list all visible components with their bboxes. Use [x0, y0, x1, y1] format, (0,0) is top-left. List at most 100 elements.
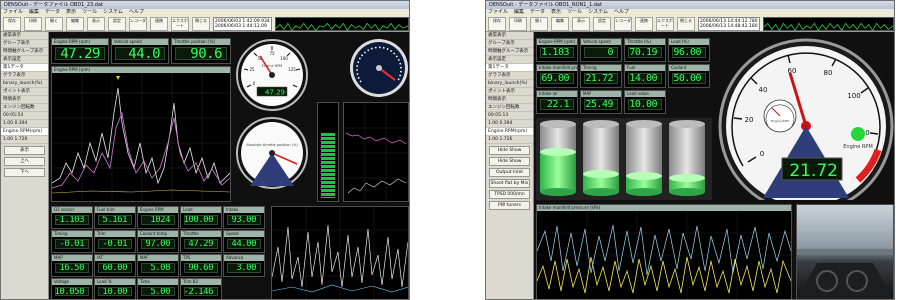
lcd-panel[interactable]: Voltage 10.050: [51, 278, 93, 299]
recorder-button[interactable]: レコーダ: [129, 16, 147, 31]
link-button[interactable]: 連携: [150, 16, 168, 31]
show-button[interactable]: 表示: [4, 146, 45, 155]
link-button[interactable]: 連携: [635, 16, 653, 31]
lcd-panel[interactable]: MAF 25.49: [580, 90, 622, 114]
lcd-panel[interactable]: Coolant 50.00: [668, 64, 710, 88]
lcd-panel[interactable]: Load % 10.00: [94, 278, 136, 299]
cylinder-gauge[interactable]: [626, 120, 662, 196]
export-button[interactable]: エクスポート: [171, 16, 189, 31]
sidebar-row[interactable]: 時間表示: [486, 96, 533, 104]
tpsd-button[interactable]: TPSD 000/mn: [489, 190, 530, 199]
lcd-panel[interactable]: IAT 60.00: [94, 254, 136, 277]
throttle-gauge[interactable]: Absolute throttle position (%): [235, 116, 309, 190]
sidebar-row[interactable]: グループ表示: [486, 40, 533, 48]
menu-view[interactable]: 表示: [551, 9, 561, 15]
lcd-panel[interactable]: Trim B2 -2.146: [180, 278, 222, 299]
sidebar-row[interactable]: エンジン回転数: [1, 104, 48, 112]
sidebar-row[interactable]: 表示設定: [486, 56, 533, 64]
print-button[interactable]: 印刷: [24, 16, 42, 31]
lcd-panel[interactable]: MAF 5.08: [137, 254, 179, 277]
lcd-panel[interactable]: Throttle (%) 70.19: [624, 38, 666, 62]
onboard-video-frame[interactable]: [796, 204, 894, 299]
save-button[interactable]: 保存: [488, 16, 506, 31]
toggle-button[interactable]: Hide Show: [489, 157, 530, 166]
cylinder-gauge[interactable]: [540, 120, 576, 196]
menu-file[interactable]: ファイル: [488, 9, 508, 15]
sidebar-row[interactable]: エンジン回転数: [486, 104, 533, 112]
lcd-panel[interactable]: Load value 10.00: [624, 90, 666, 114]
toggle-button[interactable]: Hide Show: [489, 146, 530, 155]
open-button[interactable]: 開く: [530, 16, 548, 31]
menu-data[interactable]: データ: [530, 9, 545, 15]
sidebar-row-selected[interactable]: 第1データ: [486, 64, 533, 72]
shoot-flat-button[interactable]: Shoot flat by Mix: [489, 179, 530, 188]
vertical-bar-meter[interactable]: [317, 102, 339, 202]
lcd-panel[interactable]: Vehicle speed 44.0: [111, 38, 169, 64]
view-button[interactable]: 表示: [87, 16, 105, 31]
menu-system[interactable]: システム: [103, 9, 123, 15]
lcd-panel[interactable]: Load 100.00: [180, 206, 222, 229]
menu-edit[interactable]: 編集: [29, 9, 39, 15]
lcd-panel[interactable]: Speed 44.00: [223, 230, 265, 253]
side-xy-plot[interactable]: [343, 102, 409, 202]
tachometer-dial[interactable]: [349, 38, 409, 98]
lcd-panel[interactable]: Load (%) 96.00: [668, 38, 710, 62]
lcd-panel[interactable]: O2 sensor -1.103: [51, 206, 93, 229]
sidebar-row[interactable]: ポイント表示: [1, 88, 48, 96]
sidebar-row[interactable]: 通常表示: [1, 32, 48, 40]
rpm-line-chart[interactable]: Engine RPM (rpm): [51, 66, 231, 202]
lcd-panel[interactable]: Vehicle speed 0: [580, 38, 622, 62]
sidebar-row[interactable]: 時間表示: [1, 96, 48, 104]
up-button[interactable]: 上へ: [4, 157, 45, 166]
pw-tuners-button[interactable]: PW tuners: [489, 201, 530, 210]
intake-line-chart[interactable]: Intake manifold pressure (kPa): [536, 204, 792, 299]
menu-file[interactable]: ファイル: [3, 9, 23, 15]
cylinder-gauge[interactable]: [669, 120, 705, 196]
sidebar-row[interactable]: グラフ表示: [486, 72, 533, 80]
lcd-panel[interactable]: Engine RPM (rpm)-1.103: [536, 38, 578, 62]
lcd-panel[interactable]: Throttle position (%) 90.6: [171, 38, 231, 64]
lcd-panel[interactable]: Engine RPM (rpm) 47.29: [51, 38, 109, 64]
sidebar-row[interactable]: 通常表示: [486, 32, 533, 40]
overview-waveform[interactable]: [762, 16, 894, 31]
rpm-gauge[interactable]: 0 25 50 75 100 125 Engine RPM 47.29: [235, 38, 309, 112]
edit-button[interactable]: 編集: [66, 16, 84, 31]
sidebar-row[interactable]: binary_launch(%): [486, 80, 533, 88]
sidebar-row[interactable]: 表示設定: [1, 56, 48, 64]
sidebar-row[interactable]: ポイント表示: [486, 88, 533, 96]
scope-trace[interactable]: [271, 206, 409, 299]
lcd-panel[interactable]: Advance 3.00: [223, 254, 265, 277]
lcd-panel[interactable]: Throttle 47.29: [180, 230, 222, 253]
sidebar-row[interactable]: グラフ表示: [1, 72, 48, 80]
menu-tools[interactable]: ツール: [82, 9, 97, 15]
sidebar-row-selected[interactable]: 第1データ: [1, 64, 48, 72]
menu-help[interactable]: ヘルプ: [614, 9, 629, 15]
output-inlet-button[interactable]: Output Inlet: [489, 168, 530, 177]
settings-button[interactable]: 設定: [108, 16, 126, 31]
lcd-panel[interactable]: MAP 16.50: [51, 254, 93, 277]
lcd-panel[interactable]: Fuel 14.00: [624, 64, 666, 88]
menu-data[interactable]: データ: [45, 9, 60, 15]
save-button[interactable]: 保存: [3, 16, 21, 31]
sidebar-row[interactable]: Engine RPM(rpm): [1, 128, 48, 136]
edit-button[interactable]: 編集: [551, 16, 569, 31]
lcd-panel[interactable]: Time 5.00: [137, 278, 179, 299]
lcd-panel[interactable]: Fuel trim 5.161: [94, 206, 136, 229]
view-button[interactable]: 表示: [572, 16, 590, 31]
sidebar-row[interactable]: グループ表示: [1, 40, 48, 48]
menu-edit[interactable]: 編集: [514, 9, 524, 15]
small-inset-gauge[interactable]: Engine RPM: [763, 99, 797, 133]
print-button[interactable]: 印刷: [509, 16, 527, 31]
open-button[interactable]: 開く: [45, 16, 63, 31]
down-button[interactable]: 下へ: [4, 168, 45, 177]
overview-waveform[interactable]: [274, 16, 409, 31]
menu-view[interactable]: 表示: [66, 9, 76, 15]
settings-button[interactable]: 設定: [593, 16, 611, 31]
menu-tools[interactable]: ツール: [567, 9, 582, 15]
sidebar-row[interactable]: Engine RPM(rpm): [486, 128, 533, 136]
big-rpm-gauge[interactable]: 0 20 40 60 80 100 120 Engine RPM: [718, 38, 894, 214]
sidebar-row[interactable]: 時間軸グループ表示: [486, 48, 533, 56]
lcd-panel[interactable]: Coolant temp 97.00: [137, 230, 179, 253]
menu-help[interactable]: ヘルプ: [129, 9, 144, 15]
sidebar-row[interactable]: binary_launch(%): [1, 80, 48, 88]
